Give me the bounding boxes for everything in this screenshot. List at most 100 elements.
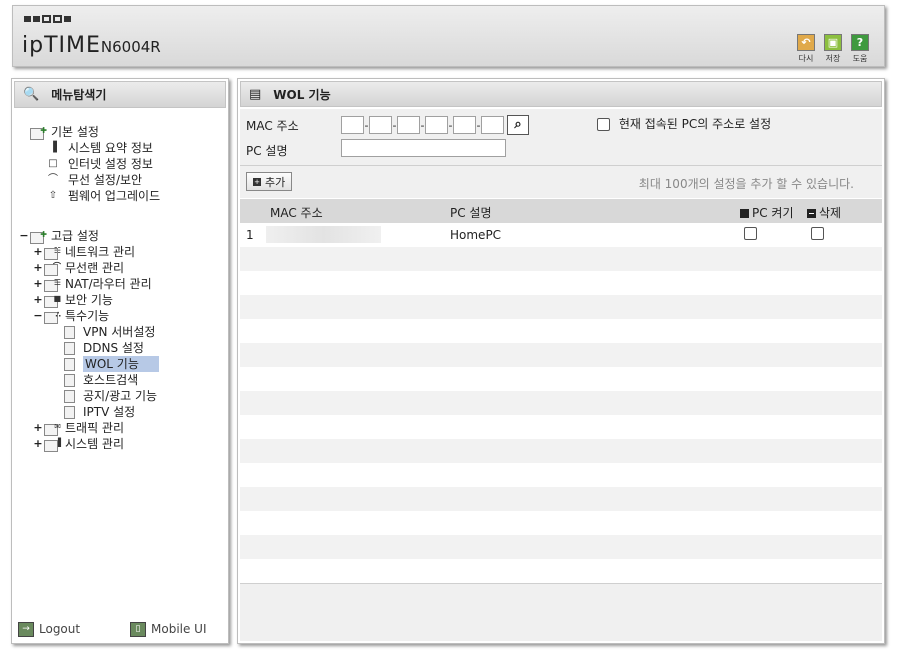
menu-item-label: 특수기능: [65, 309, 110, 323]
mobile-ui-label: Mobile UI: [151, 622, 207, 636]
empty-table-row: [240, 271, 882, 295]
network-icon: ☷: [44, 246, 61, 260]
wake-checkbox[interactable]: [744, 227, 757, 240]
pc-desc-input[interactable]: [341, 139, 506, 157]
expander-icon[interactable]: +: [32, 420, 44, 436]
menu-item-0[interactable]: ✚ 기본 설정: [18, 124, 99, 140]
menu-item-1[interactable]: ▐ 시스템 요약 정보: [46, 140, 153, 156]
logout-label: Logout: [39, 622, 81, 636]
expander-icon[interactable]: −: [18, 228, 30, 244]
mac-octet-input[interactable]: [453, 116, 476, 134]
page-icon: [64, 373, 75, 387]
menu-item-label: 호스트검색: [83, 373, 139, 387]
mac-fields: -----: [341, 116, 504, 134]
empty-table-row: [240, 559, 882, 583]
menu-item-14[interactable]: 호스트검색: [64, 372, 138, 388]
page-icon: [64, 405, 75, 419]
folder-icon: ✚: [30, 230, 47, 244]
mac-octet-input[interactable]: [369, 116, 392, 134]
expander-icon[interactable]: +: [32, 276, 44, 292]
left-footer: → Logout ▯ Mobile UI: [12, 615, 228, 643]
wifi-icon: ⌒: [48, 174, 58, 185]
menu-item-17[interactable]: + ✉ 트래픽 관리: [32, 420, 124, 436]
add-row: + 추가 최대 100개의 설정을 추가 할 수 있습니다.: [240, 166, 882, 198]
menu-explorer-label: 메뉴탐색기: [51, 88, 107, 102]
menu-item-label: 인터넷 설정 정보: [68, 157, 153, 171]
folder-icon: ✚: [30, 126, 47, 140]
logout-link[interactable]: → Logout: [18, 621, 81, 637]
undo-button[interactable]: ↶ 다시: [796, 34, 816, 64]
menu-item-label: 기본 설정: [51, 125, 99, 139]
undo-icon: ↶: [797, 34, 815, 51]
header-bar: ipTIMEN6004R ↶ 다시 ▣ 저장 ? 도움: [12, 5, 885, 67]
logout-icon: →: [18, 621, 34, 637]
expander-icon[interactable]: +: [32, 244, 44, 260]
mobile-ui-link[interactable]: ▯ Mobile UI: [130, 621, 207, 637]
mac-octet-input[interactable]: [397, 116, 420, 134]
empty-table-row: [240, 391, 882, 415]
col-delete: 삭제: [807, 204, 841, 221]
mac-octet-input[interactable]: [481, 116, 504, 134]
add-icon: +: [253, 177, 261, 186]
menu-item-label: 시스템 요약 정보: [68, 141, 153, 155]
menu-item-label: IPTV 설정: [83, 405, 136, 419]
menu-item-label: 보안 기능: [65, 293, 113, 307]
menu-item-6[interactable]: + ☷ 네트워크 관리: [32, 244, 135, 260]
menu-item-7[interactable]: + ⌒ 무선랜 관리: [32, 260, 124, 276]
menu-item-11[interactable]: VPN 서버설정: [64, 324, 155, 340]
menu-item-16[interactable]: IPTV 설정: [64, 404, 135, 420]
menu-item-label: 무선 설정/보안: [68, 173, 143, 187]
header-actions: ↶ 다시 ▣ 저장 ? 도움: [796, 34, 870, 64]
menu-item-12[interactable]: DDNS 설정: [64, 340, 144, 356]
special-icon: ∴: [44, 310, 61, 324]
empty-table-row: [240, 463, 882, 487]
mac-row: MAC 주소 - - - - - ⌕: [246, 115, 529, 135]
magnifier-icon: 🔍: [23, 87, 40, 102]
delete-checkbox[interactable]: [811, 227, 824, 240]
expander-icon[interactable]: −: [32, 308, 44, 324]
current-pc-row: 현재 접속된 PC의 주소로 설정: [597, 115, 771, 132]
router-icon: ☰: [44, 278, 61, 292]
expander-icon[interactable]: +: [32, 292, 44, 308]
menu-item-label: WOL 기능: [83, 356, 159, 372]
add-button[interactable]: + 추가: [246, 172, 293, 191]
current-pc-checkbox[interactable]: [597, 118, 610, 131]
traffic-icon: ✉: [44, 422, 61, 436]
content-title-bar: ▤ WOL 기능: [240, 81, 882, 107]
wol-table: 1 HomePC: [240, 223, 882, 583]
mac-octet-input[interactable]: [425, 116, 448, 134]
empty-table-row: [240, 247, 882, 271]
menu-item-3[interactable]: ⌒ 무선 설정/보안: [46, 172, 142, 188]
page-icon: [64, 341, 75, 355]
search-mac-button[interactable]: ⌕: [507, 115, 529, 135]
expander-icon[interactable]: +: [32, 260, 44, 276]
menu-item-13[interactable]: WOL 기능: [64, 356, 159, 372]
menu-explorer-title: 🔍 메뉴탐색기: [14, 81, 226, 108]
menu-item-4[interactable]: ⇧ 펌웨어 업그레이드: [46, 188, 160, 204]
expander-icon[interactable]: +: [32, 436, 44, 452]
table-row: 1 HomePC: [240, 223, 882, 247]
menu-item-8[interactable]: + ☰ NAT/라우터 관리: [32, 276, 152, 292]
menu-item-9[interactable]: + ■ 보안 기능: [32, 292, 113, 308]
menu-item-label: 네트워크 관리: [65, 245, 136, 259]
page-icon: [64, 389, 75, 403]
page-icon: [64, 357, 75, 371]
menu-item-label: 펌웨어 업그레이드: [68, 189, 161, 203]
mac-octet-input[interactable]: [341, 116, 364, 134]
empty-table-row: [240, 535, 882, 559]
menu-item-label: NAT/라우터 관리: [65, 277, 152, 291]
menu-item-18[interactable]: + ▐ 시스템 관리: [32, 436, 124, 452]
help-icon: ?: [851, 34, 869, 51]
menu-item-15[interactable]: 공지/광고 기능: [64, 388, 157, 404]
menu-item-2[interactable]: □ 인터넷 설정 정보: [46, 156, 153, 172]
page-title: WOL 기능: [273, 87, 331, 102]
col-wake: PC 켜기: [740, 204, 794, 221]
help-button[interactable]: ? 도움: [850, 34, 870, 64]
brand-logo: ipTIMEN6004R: [22, 33, 161, 58]
bar-chart-icon: ▐: [49, 142, 57, 153]
power-icon: [740, 209, 749, 218]
save-button[interactable]: ▣ 저장: [823, 34, 843, 64]
empty-table-row: [240, 511, 882, 535]
model-name: N6004R: [100, 38, 161, 56]
menu-item-10[interactable]: − ∴ 특수기능: [32, 308, 109, 324]
